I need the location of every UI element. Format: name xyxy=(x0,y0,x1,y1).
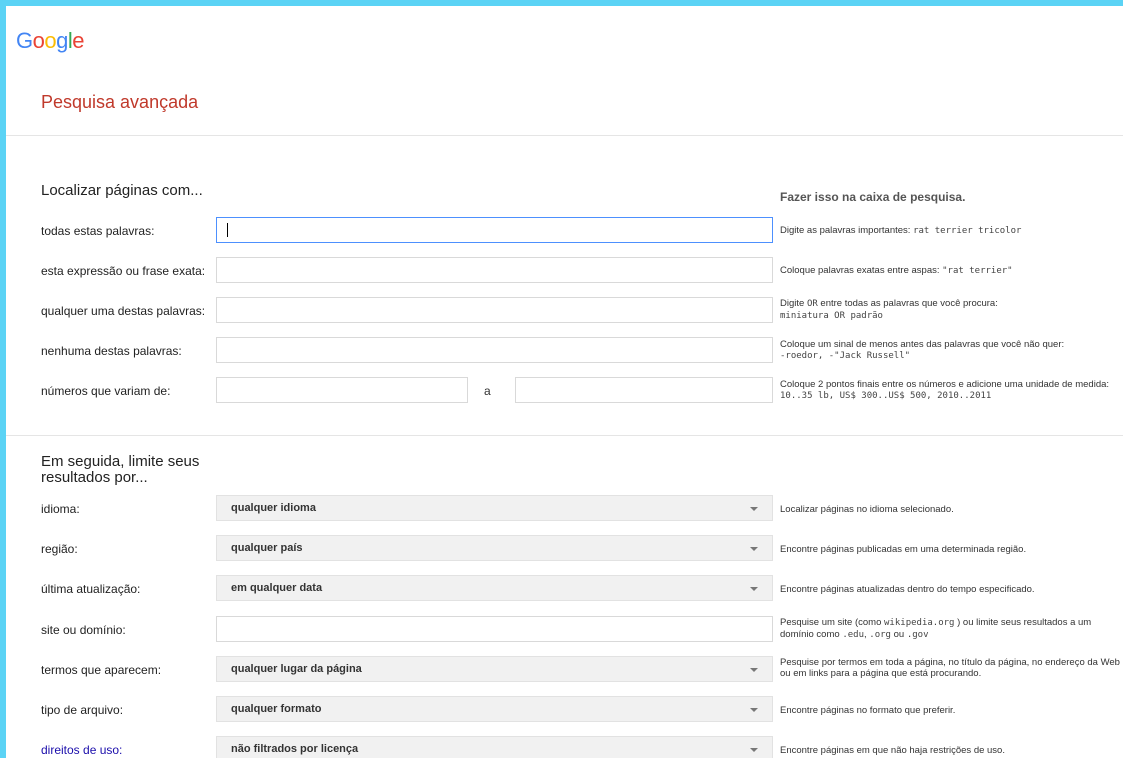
region-label: região: xyxy=(41,542,78,556)
dropdown-arrow-icon xyxy=(750,587,758,591)
narrow-title-line: Em seguida, limite seus xyxy=(41,453,200,470)
number-range-separator: a xyxy=(484,384,491,398)
dropdown-arrow-icon xyxy=(750,708,758,712)
exact-phrase-hint: Coloque palavras exatas entre aspas: "ra… xyxy=(780,265,1123,277)
language-label: idioma: xyxy=(41,502,80,516)
logo-letter: o xyxy=(32,28,45,53)
dropdown-arrow-icon xyxy=(750,748,758,752)
site-domain-label: site ou domínio: xyxy=(41,623,126,637)
text-caret xyxy=(227,223,228,237)
usage-rights-select[interactable]: não filtrados por licença xyxy=(216,736,773,758)
logo-letter: e xyxy=(72,28,85,53)
any-words-input[interactable] xyxy=(216,297,773,323)
logo-letter: g xyxy=(56,28,68,53)
none-words-hint: Coloque um sinal de menos antes das pala… xyxy=(780,339,1123,362)
number-range-from-input[interactable] xyxy=(216,377,468,403)
exact-phrase-label: esta expressão ou frase exata: xyxy=(41,264,206,278)
dropdown-arrow-icon xyxy=(750,547,758,551)
narrow-title-line: resultados por... xyxy=(41,469,148,486)
file-type-label: tipo de arquivo: xyxy=(41,703,124,717)
language-selected: qualquer idioma xyxy=(231,502,316,514)
last-update-selected: em qualquer data xyxy=(231,582,323,594)
language-hint: Localizar páginas no idioma selecionado. xyxy=(780,504,954,515)
hint-example: miniatura OR padrão xyxy=(780,311,883,321)
find-section-hint-title: Fazer isso na caixa de pesquisa. xyxy=(780,190,966,204)
number-range-to-input[interactable] xyxy=(515,377,773,403)
logo-letter: o xyxy=(44,28,57,53)
hint-text: ou xyxy=(890,629,907,640)
hint-text: entre todas as palavras que você procura… xyxy=(817,298,998,309)
language-select[interactable]: qualquer idioma xyxy=(216,495,773,521)
region-hint: Encontre páginas publicadas em uma deter… xyxy=(780,544,1027,555)
all-words-hint: Digite as palavras importantes: rat terr… xyxy=(780,225,1123,237)
section-divider xyxy=(6,435,1123,436)
all-words-input[interactable] xyxy=(216,217,773,243)
last-update-select[interactable]: em qualquer data xyxy=(216,575,773,601)
hint-example: rat terrier tricolor xyxy=(913,226,1022,236)
number-range-label: números que variam de: xyxy=(41,384,171,398)
region-selected: qualquer país xyxy=(231,542,303,554)
hint-example: "rat terrier" xyxy=(942,266,1013,276)
number-range-hint: Coloque 2 pontos finais entre os números… xyxy=(780,379,1123,402)
hint-example: .org xyxy=(869,630,891,640)
all-words-label: todas estas palavras: xyxy=(41,224,155,238)
usage-rights-hint: Encontre páginas em que não haja restriç… xyxy=(780,745,1005,756)
file-type-hint: Encontre páginas no formato que preferir… xyxy=(780,705,956,716)
dropdown-arrow-icon xyxy=(750,668,758,672)
hint-or-keyword: OR xyxy=(806,299,818,309)
hint-example: 10..35 lb, US$ 300..US$ 500, 2010..2011 xyxy=(780,391,992,401)
file-type-select[interactable]: qualquer formato xyxy=(216,696,773,722)
any-words-label: qualquer uma destas palavras: xyxy=(41,304,206,318)
hint-text: Coloque palavras exatas entre aspas: xyxy=(780,265,943,276)
last-update-label: última atualização: xyxy=(41,582,141,596)
file-type-selected: qualquer formato xyxy=(231,703,322,715)
usage-rights-link[interactable]: direitos de uso: xyxy=(41,743,122,757)
google-logo[interactable]: Google xyxy=(16,28,85,54)
page-title: Pesquisa avançada xyxy=(41,92,199,112)
hint-example: -roedor, -"Jack Russell" xyxy=(780,351,911,361)
site-domain-hint: Pesquise um site (como wikipedia.org ) o… xyxy=(780,617,1123,641)
any-words-hint: Digite OR entre todas as palavras que vo… xyxy=(780,298,1123,322)
hint-example: .gov xyxy=(906,630,929,640)
last-update-hint: Encontre páginas atualizadas dentro do t… xyxy=(780,584,1035,595)
none-words-label: nenhuma destas palavras: xyxy=(41,344,182,358)
exact-phrase-input[interactable] xyxy=(216,257,773,283)
hint-example: wikipedia.org xyxy=(884,618,955,628)
dropdown-arrow-icon xyxy=(750,507,758,511)
narrow-section-title: Em seguida, limite seus resultados por... xyxy=(41,454,199,486)
hint-text: Digite xyxy=(780,298,807,309)
usage-rights-selected: não filtrados por licença xyxy=(231,743,359,755)
none-words-input[interactable] xyxy=(216,337,773,363)
terms-appear-selected: qualquer lugar da página xyxy=(231,663,362,675)
hint-text: Digite as palavras importantes: xyxy=(780,225,914,236)
region-select[interactable]: qualquer país xyxy=(216,535,773,561)
terms-appear-hint: Pesquise por termos em toda a página, no… xyxy=(780,657,1120,679)
logo-letter: G xyxy=(16,28,33,53)
hint-text: Pesquise um site (como xyxy=(780,617,885,628)
header-divider xyxy=(6,135,1123,136)
terms-appear-select[interactable]: qualquer lugar da página xyxy=(216,656,773,682)
hint-example: .edu xyxy=(842,630,864,640)
hint-text: Coloque um sinal de menos antes das pala… xyxy=(780,339,1065,350)
find-section-title: Localizar páginas com... xyxy=(41,182,203,199)
advanced-search-page: Google Pesquisa avançada Localizar págin… xyxy=(6,6,1123,758)
site-domain-input[interactable] xyxy=(216,616,773,642)
terms-appear-label: termos que aparecem: xyxy=(41,663,162,677)
hint-text: Coloque 2 pontos finais entre os números… xyxy=(780,379,1110,390)
